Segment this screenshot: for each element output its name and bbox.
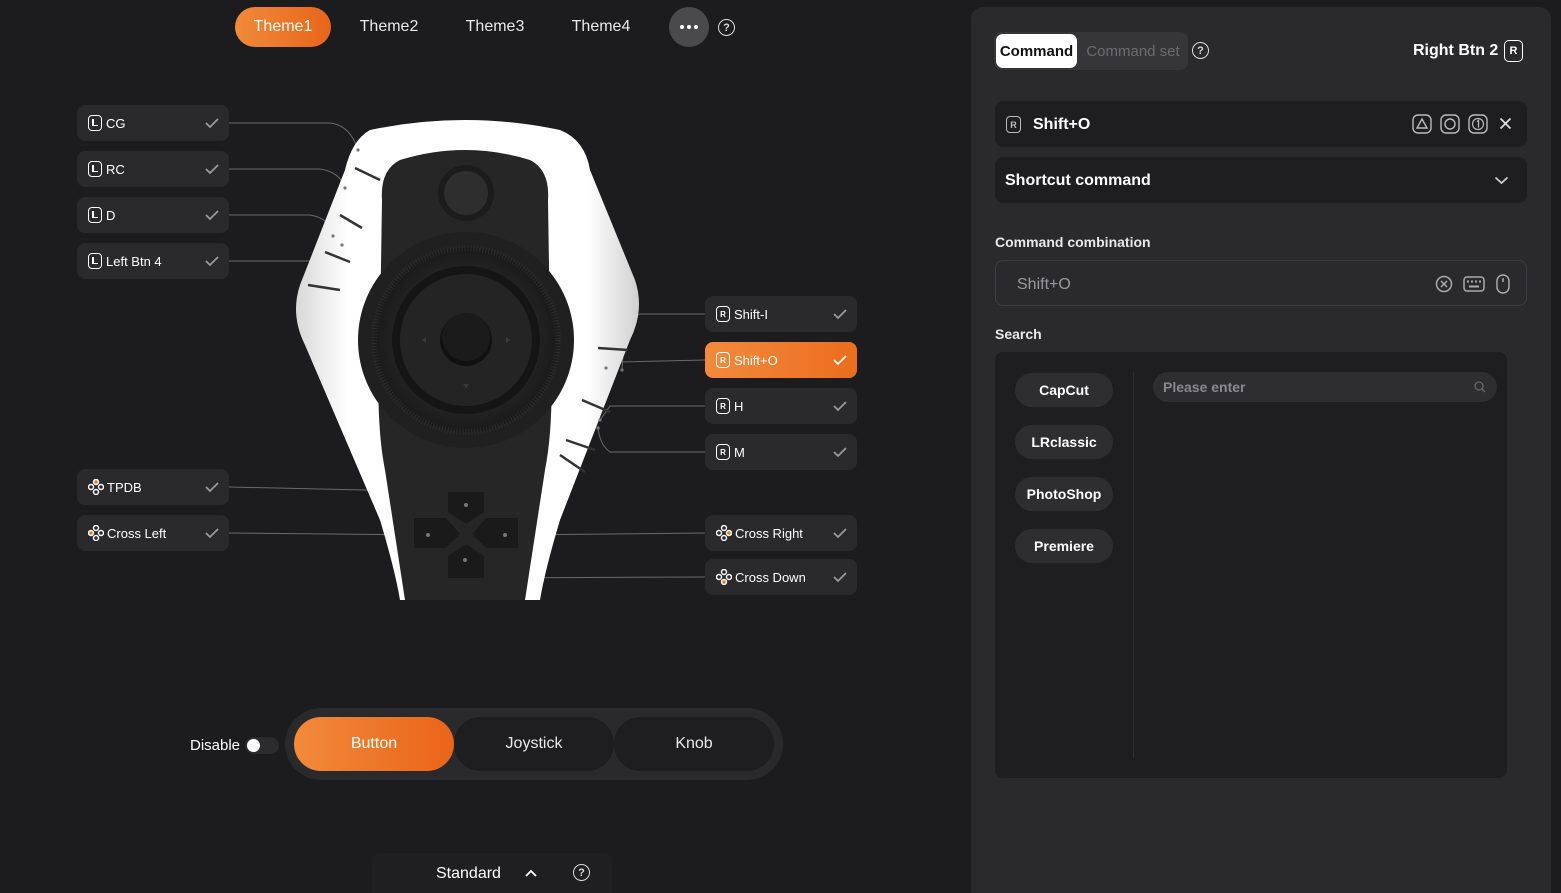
button-label-cross-left[interactable]: Cross Left (77, 515, 229, 551)
chevron-down-icon[interactable] (1494, 176, 1509, 185)
disable-toggle[interactable] (245, 737, 279, 754)
left-key-badge-icon (88, 253, 102, 269)
dpad-cross-icon (716, 569, 732, 585)
disable-label: Disable (190, 737, 241, 754)
command-combination-value: Shift+O (1017, 276, 1071, 293)
app-chip-premiere[interactable]: Premiere (1015, 529, 1113, 563)
check-icon (205, 118, 219, 129)
mouse-icon[interactable] (1496, 274, 1510, 294)
check-icon (205, 482, 219, 493)
button-label-text: H (734, 398, 744, 414)
right-key-badge-icon: R (716, 352, 730, 368)
command-type-value: Shortcut command (1005, 172, 1151, 189)
standard-help-icon[interactable]: ? (573, 864, 590, 881)
close-icon[interactable] (1499, 117, 1512, 130)
button-label-cross-down[interactable]: Cross Down (705, 559, 857, 595)
mode-joystick[interactable]: Joystick (454, 717, 614, 771)
button-label-tpdb[interactable]: TPDB (77, 469, 229, 505)
app-chip-photoshop[interactable]: PhotoShop (1015, 477, 1113, 511)
search-input[interactable] (1153, 372, 1497, 402)
button-label-left-btn-4[interactable]: Left Btn 4 (77, 243, 229, 279)
shortcut-value: Shift+O (1033, 116, 1091, 133)
check-icon (205, 256, 219, 267)
button-label-text: M (734, 444, 745, 460)
search-icon (1474, 381, 1486, 393)
button-label-text: RC (106, 161, 125, 177)
left-key-badge-icon (88, 207, 102, 223)
left-key-badge-icon (88, 161, 102, 177)
chevron-up-icon[interactable] (524, 868, 538, 878)
button-label-shift-i[interactable]: R Shift-I (705, 296, 857, 332)
toggle-knob (247, 739, 260, 752)
button-label-text: TPDB (107, 479, 142, 495)
check-icon (205, 164, 219, 175)
dpad-cross-icon (716, 525, 732, 541)
check-icon (205, 210, 219, 221)
button-label-h[interactable]: R H (705, 388, 857, 424)
button-label-shift-o[interactable]: R Shift+O (705, 342, 857, 378)
button-label-text: Shift+O (734, 352, 778, 368)
button-label-text: CG (106, 115, 126, 131)
button-label-d[interactable]: D (77, 197, 229, 233)
button-label-text: Shift-I (734, 306, 768, 322)
command-combination-label: Command combination (995, 234, 1151, 250)
right-key-badge-icon: R (1504, 40, 1523, 62)
right-key-badge-icon: R (716, 306, 730, 322)
mode-button[interactable]: Button (294, 717, 454, 771)
command-help-icon[interactable]: ? (1192, 42, 1209, 59)
button-label-rc[interactable]: RC (77, 151, 229, 187)
button-label-text: Cross Down (735, 569, 806, 585)
tab-command-set[interactable]: Command set (1081, 34, 1185, 68)
app-chip-capcut[interactable]: CapCut (1015, 373, 1113, 407)
search-area (995, 352, 1507, 778)
button-label-text: Cross Right (735, 525, 803, 541)
right-key-badge-icon: R (716, 444, 730, 460)
check-icon (205, 528, 219, 539)
keyboard-icon[interactable] (1463, 276, 1485, 292)
selected-button-title: Right Btn 2 (1413, 42, 1499, 59)
button-label-cg[interactable]: CG (77, 105, 229, 141)
check-icon (833, 528, 847, 539)
button-label-text: Cross Left (107, 525, 167, 541)
standard-label: Standard (436, 865, 501, 882)
check-icon (833, 447, 847, 458)
left-key-badge-icon (88, 115, 102, 131)
app-chip-lrclassic[interactable]: LRclassic (1015, 425, 1113, 459)
mode-knob[interactable]: Knob (614, 717, 774, 771)
button-label-text: Left Btn 4 (106, 253, 162, 269)
button-label-cross-right[interactable]: Cross Right (705, 515, 857, 551)
dpad-cross-icon (88, 525, 104, 541)
search-divider (1133, 372, 1134, 758)
button-label-m[interactable]: R M (705, 434, 857, 470)
layer-one-icon[interactable] (1468, 114, 1488, 134)
check-icon (833, 401, 847, 412)
check-icon (833, 355, 847, 366)
search-label: Search (995, 326, 1042, 342)
button-label-text: D (106, 207, 116, 223)
check-icon (833, 309, 847, 320)
tab-command[interactable]: Command (996, 34, 1077, 68)
hexagon-icon[interactable] (1440, 114, 1460, 134)
check-icon (833, 572, 847, 583)
clear-icon[interactable] (1435, 275, 1453, 293)
triangle-icon[interactable] (1412, 114, 1432, 134)
right-key-badge-icon: R (1006, 116, 1021, 133)
right-key-badge-icon: R (716, 398, 730, 414)
dpad-cross-icon (88, 479, 104, 495)
